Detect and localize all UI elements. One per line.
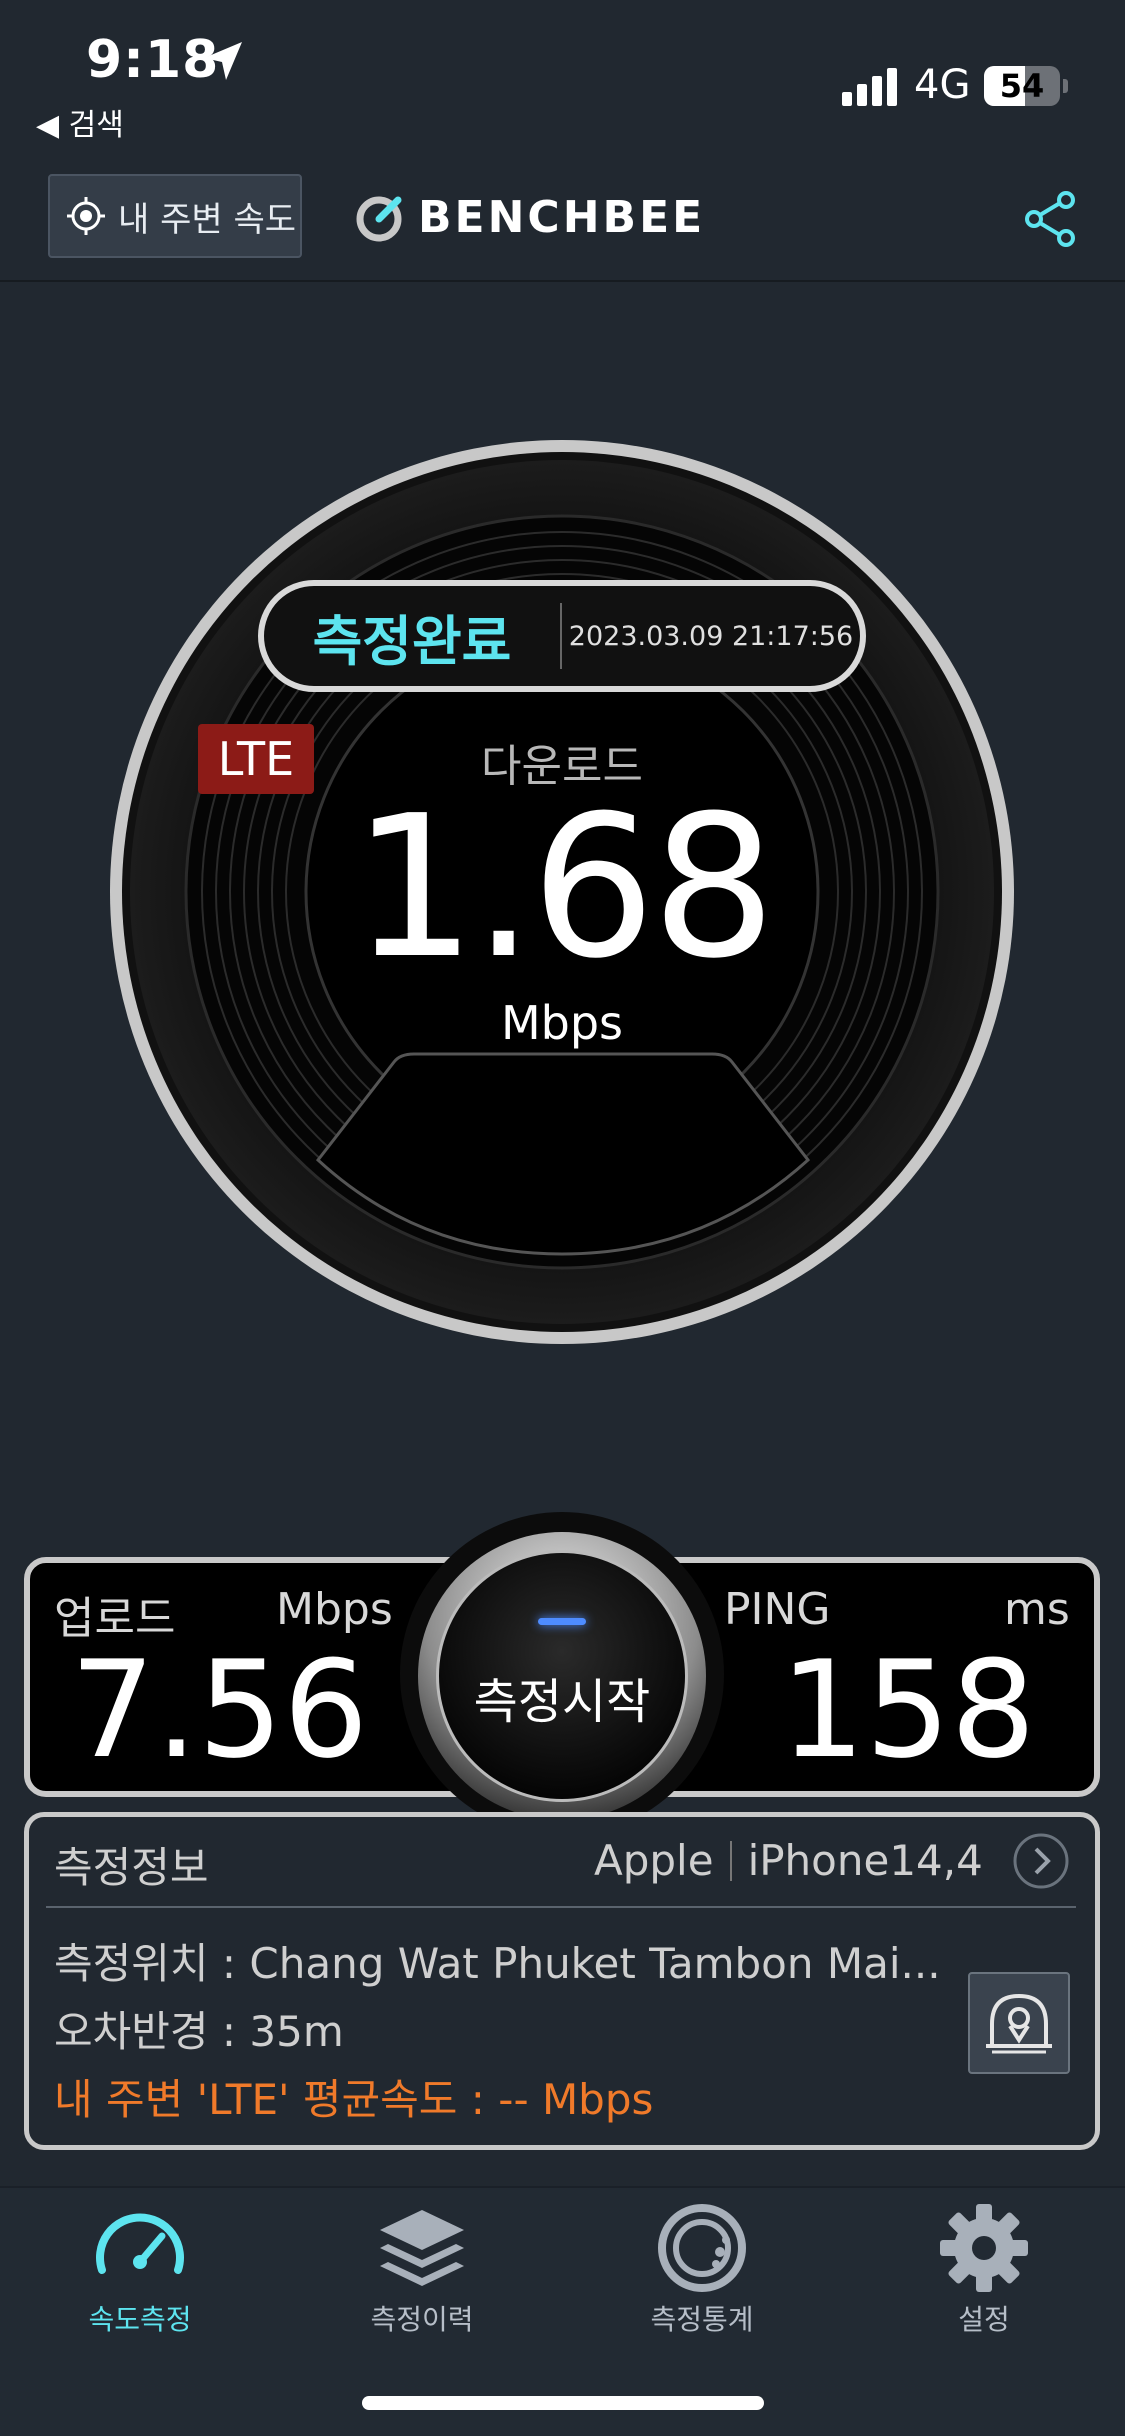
battery-percent: 54 (999, 67, 1045, 105)
measurement-timestamp: 2023.03.09 21:17:56 (568, 620, 854, 652)
location-arrow-icon (204, 42, 242, 80)
nearby-average-speed: 내 주변 'LTE' 평균속도 : -- Mbps (54, 2075, 654, 2124)
error-radius: 오차반경 : 35m (54, 2007, 344, 2056)
network-badge: LTE (198, 724, 314, 794)
tab-statistics[interactable]: 측정통계 (592, 2200, 812, 2340)
ping-label: PING (724, 1584, 831, 1635)
measurement-location: 측정위치 : Chang Wat Phuket Tambon Mai... (54, 1939, 941, 1988)
chevron-right-icon[interactable] (1012, 1832, 1070, 1890)
device-maker: Apple (594, 1836, 714, 1885)
device-model: iPhone14,4 (747, 1836, 983, 1885)
device-info: Apple iPhone14,4 (594, 1836, 983, 1885)
download-value: 1.68 (351, 774, 776, 1002)
start-measurement-button[interactable]: 측정시작 (400, 1512, 724, 1836)
coverage-map-button[interactable] (968, 1972, 1070, 2074)
share-icon[interactable] (1022, 190, 1080, 248)
status-bar: 9:18 ◀ 검색 4G 54 (0, 0, 1125, 150)
download-unit: Mbps (500, 996, 624, 1050)
map-pin-icon (986, 1993, 1052, 2054)
back-to-search-link[interactable]: ◀ 검색 (36, 100, 124, 144)
tab-history[interactable]: 측정이력 (312, 2200, 532, 2340)
tab-statistics-label: 측정통계 (650, 2303, 754, 2336)
upload-value: 7.56 (70, 1632, 369, 1788)
app-header: 내 주변 속도 BENCHBEE (0, 160, 1125, 282)
battery-icon: 54 (984, 66, 1068, 106)
upload-unit: Mbps (276, 1584, 393, 1635)
nearby-speed-button[interactable]: 내 주변 속도 (48, 174, 302, 258)
network-type: 4G (914, 62, 971, 108)
layers-icon (380, 2210, 464, 2286)
logo-text: BENCHBEE (418, 191, 706, 243)
gear-icon (940, 2204, 1028, 2292)
tab-settings-label: 설정 (958, 2303, 1010, 2336)
tab-speed-test[interactable]: 속도측정 (30, 2200, 250, 2340)
status-led-icon (538, 1618, 586, 1625)
speedometer-icon (96, 2213, 184, 2274)
ping-unit: ms (1004, 1584, 1070, 1635)
ping-value: 158 (780, 1632, 1036, 1788)
home-indicator[interactable] (362, 2396, 764, 2410)
cellular-signal-icon (842, 68, 897, 106)
tab-history-label: 측정이력 (370, 2303, 474, 2336)
stats-disc-icon (658, 2204, 746, 2292)
measurement-status-pill: 측정완료 2023.03.09 21:17:56 (258, 580, 866, 692)
tab-settings[interactable]: 설정 (874, 2200, 1094, 2340)
measurement-status: 측정완료 (312, 609, 512, 673)
info-title: 측정정보 (54, 1843, 209, 1892)
start-measurement-label: 측정시작 (473, 1674, 651, 1730)
benchbee-logo: BENCHBEE (354, 190, 705, 244)
divider (46, 1906, 1076, 1908)
benchbee-logo-icon (356, 196, 402, 242)
nearby-speed-label: 내 주변 속도 (118, 199, 297, 240)
tab-speed-test-label: 속도측정 (88, 2303, 192, 2336)
location-target-icon (67, 197, 105, 235)
